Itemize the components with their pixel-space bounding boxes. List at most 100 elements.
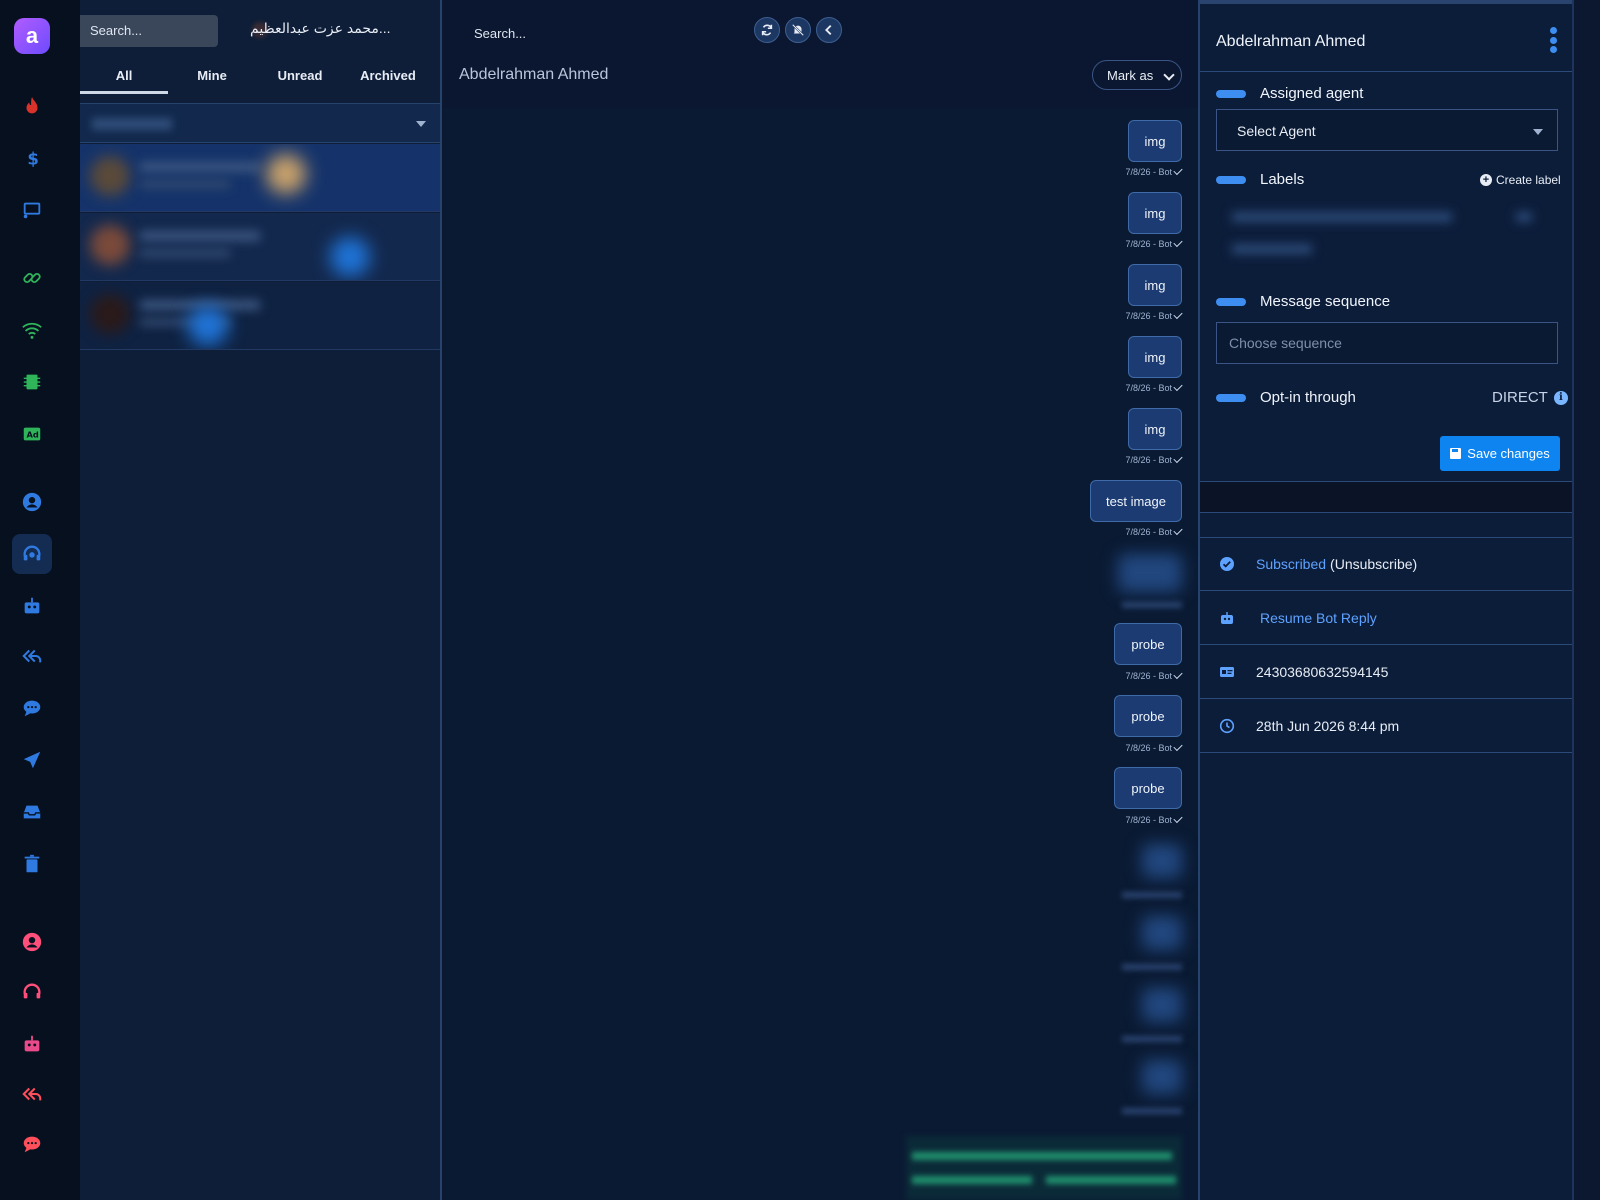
message-bubble[interactable]: img (1128, 120, 1182, 162)
more-options-icon[interactable] (1550, 27, 1558, 53)
mark-as-dropdown[interactable]: Mark as (1092, 60, 1182, 90)
blurred-attachment-card (906, 1136, 1182, 1200)
id-card-icon (1218, 663, 1236, 681)
created-date-value: 28th Jun 2026 8:44 pm (1256, 718, 1400, 734)
check-icon (1173, 237, 1183, 248)
conversation-list-pane: Search... ...محمد عزت عبدالعظيم All Mine… (80, 0, 442, 1200)
message-bubble[interactable]: img (1128, 336, 1182, 378)
conversation-search-input[interactable]: Search... (80, 15, 218, 47)
message-meta: 7/8/26 - Bot (1125, 381, 1183, 393)
app-logo[interactable]: a (14, 18, 50, 54)
message-bubble[interactable]: img (1128, 192, 1182, 234)
svg-text:Ad: Ad (27, 430, 39, 440)
sequence-input[interactable]: Choose sequence (1216, 322, 1558, 364)
current-contact-name[interactable]: ...محمد عزت عبدالعظيم (250, 20, 391, 37)
chat-search-input[interactable]: Search... (474, 26, 526, 41)
robot-icon (1218, 609, 1236, 627)
section-marker (1216, 90, 1246, 98)
message-meta: 7/8/26 - Bot (1125, 669, 1183, 681)
subscription-row: Subscribed (Unsubscribe) (1200, 538, 1572, 591)
list-item[interactable] (80, 144, 440, 212)
create-label-button[interactable]: + Create label (1480, 173, 1561, 187)
blurred-message (1118, 554, 1182, 592)
labels-field[interactable] (1216, 200, 1558, 272)
subscribed-status[interactable]: Subscribed (1256, 556, 1326, 572)
check-icon (1173, 525, 1183, 536)
robot-icon[interactable] (12, 586, 52, 626)
check-icon (1173, 165, 1183, 176)
message-sequence-label: Message sequence (1260, 293, 1391, 310)
info-icon[interactable]: i (1553, 390, 1568, 405)
section-marker (1216, 176, 1246, 184)
ad-icon[interactable]: Ad (12, 414, 52, 454)
user-circle-icon[interactable] (12, 922, 52, 962)
chevron-left-icon (825, 24, 832, 36)
link-icon[interactable] (12, 258, 52, 298)
check-icon (1173, 741, 1183, 752)
message-bubble[interactable]: probe (1114, 695, 1182, 737)
resume-bot-row[interactable]: Resume Bot Reply (1200, 592, 1572, 645)
blurred-message (1142, 988, 1182, 1022)
message-bubble[interactable]: probe (1114, 767, 1182, 809)
save-changes-button[interactable]: Save changes (1440, 436, 1560, 471)
message-bubble[interactable]: img (1128, 408, 1182, 450)
chip-icon[interactable] (12, 362, 52, 402)
inbox-icon[interactable] (12, 792, 52, 832)
support-headset-icon[interactable] (12, 972, 52, 1012)
tab-unread[interactable]: Unread (256, 62, 344, 94)
collapse-button[interactable] (816, 17, 842, 43)
user-id-row: 24303680632594145 (1200, 646, 1572, 699)
user-icon[interactable] (12, 482, 52, 522)
dollar-icon[interactable]: $ (12, 138, 52, 178)
message-bubble[interactable]: img (1128, 264, 1182, 306)
clock-icon (1218, 717, 1236, 735)
fire-icon[interactable] (12, 86, 52, 126)
blurred-message (1142, 916, 1182, 950)
tab-all[interactable]: All (80, 62, 168, 94)
message-meta: 7/8/26 - Bot (1125, 237, 1183, 249)
cast-icon[interactable] (12, 190, 52, 230)
check-icon (1173, 453, 1183, 464)
chevron-down-icon (416, 121, 426, 127)
send-icon[interactable] (12, 740, 52, 780)
reply-icon[interactable] (12, 1074, 52, 1114)
chat-header: Search... Abdelrahman Ahmed Mark as (444, 0, 1198, 108)
message-meta: 7/8/26 - Bot (1125, 741, 1183, 753)
check-icon (1173, 309, 1183, 320)
filter-dropdown[interactable] (80, 103, 440, 143)
mute-button[interactable] (785, 17, 811, 43)
chat-pane: Search... Abdelrahman Ahmed Mark as img … (444, 0, 1198, 1200)
refresh-button[interactable] (754, 17, 780, 43)
comment-icon[interactable] (12, 688, 52, 728)
list-item[interactable] (80, 282, 440, 350)
message-list[interactable]: img 7/8/26 - Bot img 7/8/26 - Bot img 7/… (444, 108, 1198, 1200)
optin-value: DIRECT i (1492, 389, 1568, 406)
chat-controls (754, 17, 842, 43)
unsubscribe-link[interactable]: (Unsubscribe) (1330, 556, 1417, 572)
avatar (90, 156, 130, 196)
chat-icon[interactable] (12, 1124, 52, 1164)
message-meta: 7/8/26 - Bot (1125, 165, 1183, 177)
headset-icon[interactable] (12, 534, 52, 574)
refresh-icon (761, 24, 773, 36)
assigned-agent-label: Assigned agent (1260, 85, 1364, 102)
message-bubble[interactable]: probe (1114, 623, 1182, 665)
reply-all-icon[interactable] (12, 636, 52, 676)
bell-slash-icon (791, 23, 805, 37)
bot-icon[interactable] (12, 1024, 52, 1064)
select-agent-dropdown[interactable]: Select Agent (1216, 109, 1558, 151)
list-item[interactable] (80, 213, 440, 281)
contact-details-pane: Abdelrahman Ahmed Assigned agent Select … (1198, 0, 1574, 1200)
floppy-disk-icon (1450, 448, 1462, 459)
trash-icon[interactable] (12, 844, 52, 884)
check-icon (1173, 669, 1183, 680)
tab-mine[interactable]: Mine (168, 62, 256, 94)
check-circle-icon (1218, 555, 1236, 573)
message-meta: 7/8/26 - Bot (1125, 813, 1183, 825)
avatar (90, 294, 130, 334)
tab-archived[interactable]: Archived (344, 62, 432, 94)
resume-bot-reply-link[interactable]: Resume Bot Reply (1260, 610, 1377, 626)
plus-circle-icon: + (1480, 174, 1492, 186)
wifi-icon[interactable] (12, 310, 52, 350)
message-bubble[interactable]: test image (1090, 480, 1182, 522)
